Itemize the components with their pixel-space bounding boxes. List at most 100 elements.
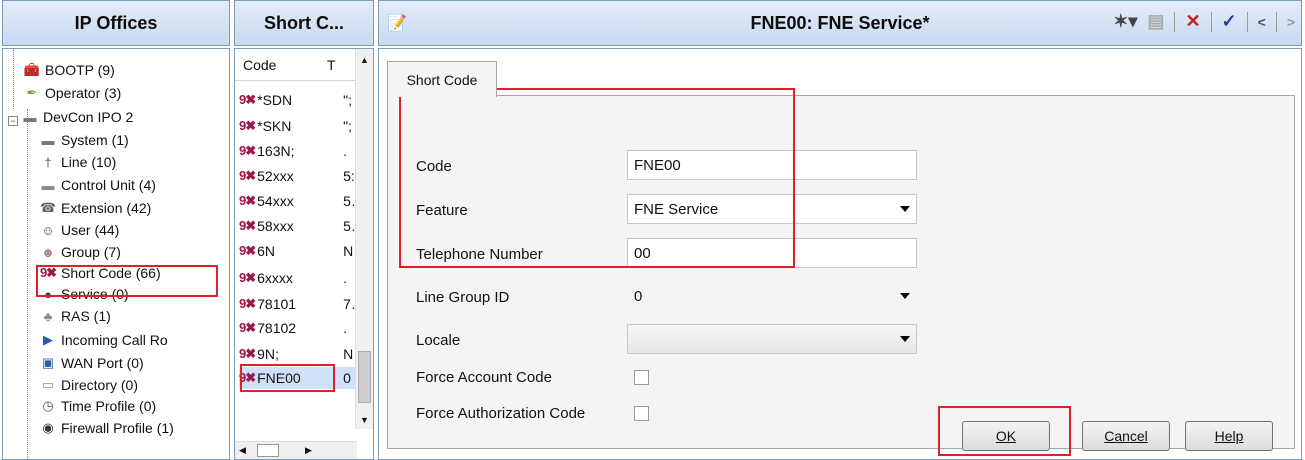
wan-port-icon: ▣ [41, 355, 55, 370]
system-icon: ▬ [41, 132, 55, 148]
toolbar: ✶▾ ▤ ✕ ✓ < > [1113, 11, 1295, 32]
tree-item-label: Operator (3) [45, 85, 122, 101]
list-item[interactable]: 9✖ *SKN "; [239, 115, 357, 137]
scroll-thumb[interactable] [257, 444, 279, 457]
code-input[interactable]: FNE00 [627, 150, 917, 180]
list-item-code: 6N [257, 243, 276, 259]
delete-icon[interactable]: ✕ [1185, 11, 1200, 32]
scroll-left-icon[interactable]: ◀ [239, 445, 246, 456]
list-item-code: *SKN [257, 118, 292, 134]
tree-item-firewall-profile[interactable]: ◉ Firewall Profile (1) [39, 417, 174, 439]
force-account-code-label: Force Account Code [416, 369, 552, 386]
short-code-icon: 9✖ [239, 320, 256, 335]
extension-icon: ☎ [39, 200, 57, 215]
scroll-right-icon[interactable]: ▶ [305, 445, 312, 456]
list-item[interactable]: 9✖54xxx5… [239, 190, 357, 212]
tree-item-time-profile[interactable]: ◷ Time Profile (0) [39, 395, 156, 417]
tab-short-code[interactable]: Short Code [387, 61, 497, 97]
list-item[interactable]: 9✖58xxx5… [239, 215, 357, 237]
short-code-list-header: Code T [235, 49, 357, 81]
list-item[interactable]: 9✖ 6N N [239, 240, 357, 262]
locale-select[interactable] [627, 324, 917, 354]
list-item[interactable]: 9✖781017… [239, 293, 357, 315]
help-button[interactable]: Help [1185, 421, 1273, 451]
tree-item-line[interactable]: † Line (10) [39, 151, 116, 173]
list-item[interactable]: 9✖ *SDN "; [239, 89, 357, 111]
toolbar-divider [1246, 11, 1248, 32]
cancel-button[interactable]: Cancel [1082, 421, 1170, 451]
list-item-code: 78101 [257, 296, 297, 312]
tree-item-bootp[interactable]: 🧰 BOOTP (9) [23, 59, 115, 81]
ip-offices-header: IP Offices [2, 0, 230, 46]
short-code-icon: 9✖ [39, 265, 57, 280]
list-item-selected[interactable]: 9✖ FNE00 0 [239, 367, 358, 389]
tree-item-devcon[interactable]: ▬ DevCon IPO 2 [21, 106, 134, 128]
ok-button[interactable]: OK [962, 421, 1050, 451]
short-code-icon: 9✖ [239, 243, 256, 258]
tree-item-system[interactable]: ▬ System (1) [39, 129, 129, 151]
column-header-code[interactable]: Code [243, 57, 327, 73]
scroll-down-icon[interactable]: ▼ [360, 415, 369, 425]
tree-item-control-unit[interactable]: ▬ Control Unit (4) [39, 174, 156, 196]
form-edit-icon: 📝 [387, 15, 407, 32]
tree-item-label: BOOTP (9) [45, 62, 115, 78]
short-code-icon: 9✖ [239, 370, 256, 385]
tree-item-short-code[interactable]: 9✖ Short Code (66) [39, 262, 161, 284]
tree-item-label: Line (10) [61, 154, 117, 170]
tree-item-incoming-call-route[interactable]: ▶ Incoming Call Ro [39, 329, 168, 351]
tree-item-extension[interactable]: ☎ Extension (42) [39, 197, 151, 219]
list-item[interactable]: 9✖ 9N; N [239, 343, 357, 365]
main-header: 📝 FNE00: FNE Service* ✶▾ ▤ ✕ ✓ < > [378, 0, 1302, 46]
list-item-code: *SDN [257, 92, 293, 108]
tree-item-wan-port[interactable]: ▣ WAN Port (0) [39, 352, 144, 374]
tree-item-directory[interactable]: ▭ Directory (0) [39, 374, 138, 396]
save-icon[interactable]: ▤ [1147, 11, 1164, 32]
short-code-icon: 9✖ [239, 118, 256, 133]
vertical-scrollbar[interactable]: ▲ ▼ [355, 49, 373, 429]
list-item-code: 52xxx [257, 168, 294, 184]
tree-item-group[interactable]: ☻ Group (7) [39, 241, 121, 263]
list-item[interactable]: 9✖ 78102. [239, 317, 357, 339]
tab-label: Short Code [406, 71, 478, 88]
list-item-code: 163N; [257, 143, 295, 159]
force-authorization-code-checkbox[interactable] [634, 406, 649, 421]
help-button-label: Help [1214, 428, 1244, 444]
short-code-icon: 9✖ [239, 296, 256, 311]
force-account-code-checkbox[interactable] [634, 370, 649, 385]
tree-item-ras[interactable]: ♣ RAS (1) [39, 305, 111, 327]
tree-item-service[interactable]: ● Service (0) [39, 283, 129, 305]
list-item[interactable]: 9✖ 6xxxx. [239, 267, 357, 289]
scroll-thumb[interactable] [358, 351, 371, 403]
short-code-form-panel: Short Code Code FNE00 Feature FNE Servic… [378, 48, 1302, 460]
short-code-icon: 9✖ [239, 218, 256, 233]
line-group-id-label: Line Group ID [416, 289, 510, 306]
directory-icon: ▭ [41, 377, 55, 392]
tree-item-label: WAN Port (0) [61, 355, 144, 371]
previous-icon[interactable]: < [1258, 14, 1266, 30]
short-code-icon: 9✖ [239, 193, 256, 208]
new-record-icon[interactable]: ✶▾ [1113, 11, 1137, 32]
list-item[interactable]: 9✖ 52xxx 5: [239, 165, 357, 187]
list-item-code: 58xxx [257, 218, 294, 234]
short-codes-header: Short C... [234, 0, 374, 46]
telephone-number-input[interactable]: 00 [627, 238, 917, 268]
column-header-telephone[interactable]: T [327, 57, 336, 73]
list-item-code: FNE00 [257, 370, 301, 386]
tree-item-operator[interactable]: ✒ Operator (3) [23, 82, 122, 104]
tree-item-label: Firewall Profile (1) [61, 420, 174, 436]
next-icon[interactable]: > [1287, 14, 1295, 30]
horizontal-scrollbar[interactable]: ◀ ▶ [235, 441, 357, 459]
scroll-up-icon[interactable]: ▲ [360, 55, 369, 65]
time-profile-icon: ◷ [42, 398, 54, 413]
collapse-icon[interactable]: − [8, 116, 18, 126]
list-item-code: 78102 [257, 320, 297, 336]
feature-select[interactable]: FNE Service [627, 194, 917, 224]
list-item[interactable]: 9✖ 163N;. [239, 140, 357, 162]
toolbar-divider [1210, 11, 1212, 32]
line-group-id-select[interactable]: 0 [627, 281, 917, 311]
tree-connector [27, 109, 28, 459]
ip-offices-title: IP Offices [74, 12, 158, 33]
validate-icon[interactable]: ✓ [1222, 11, 1237, 32]
tree-item-user[interactable]: ☺ User (44) [39, 219, 119, 241]
tree-item-label: Short Code (66) [61, 265, 161, 281]
